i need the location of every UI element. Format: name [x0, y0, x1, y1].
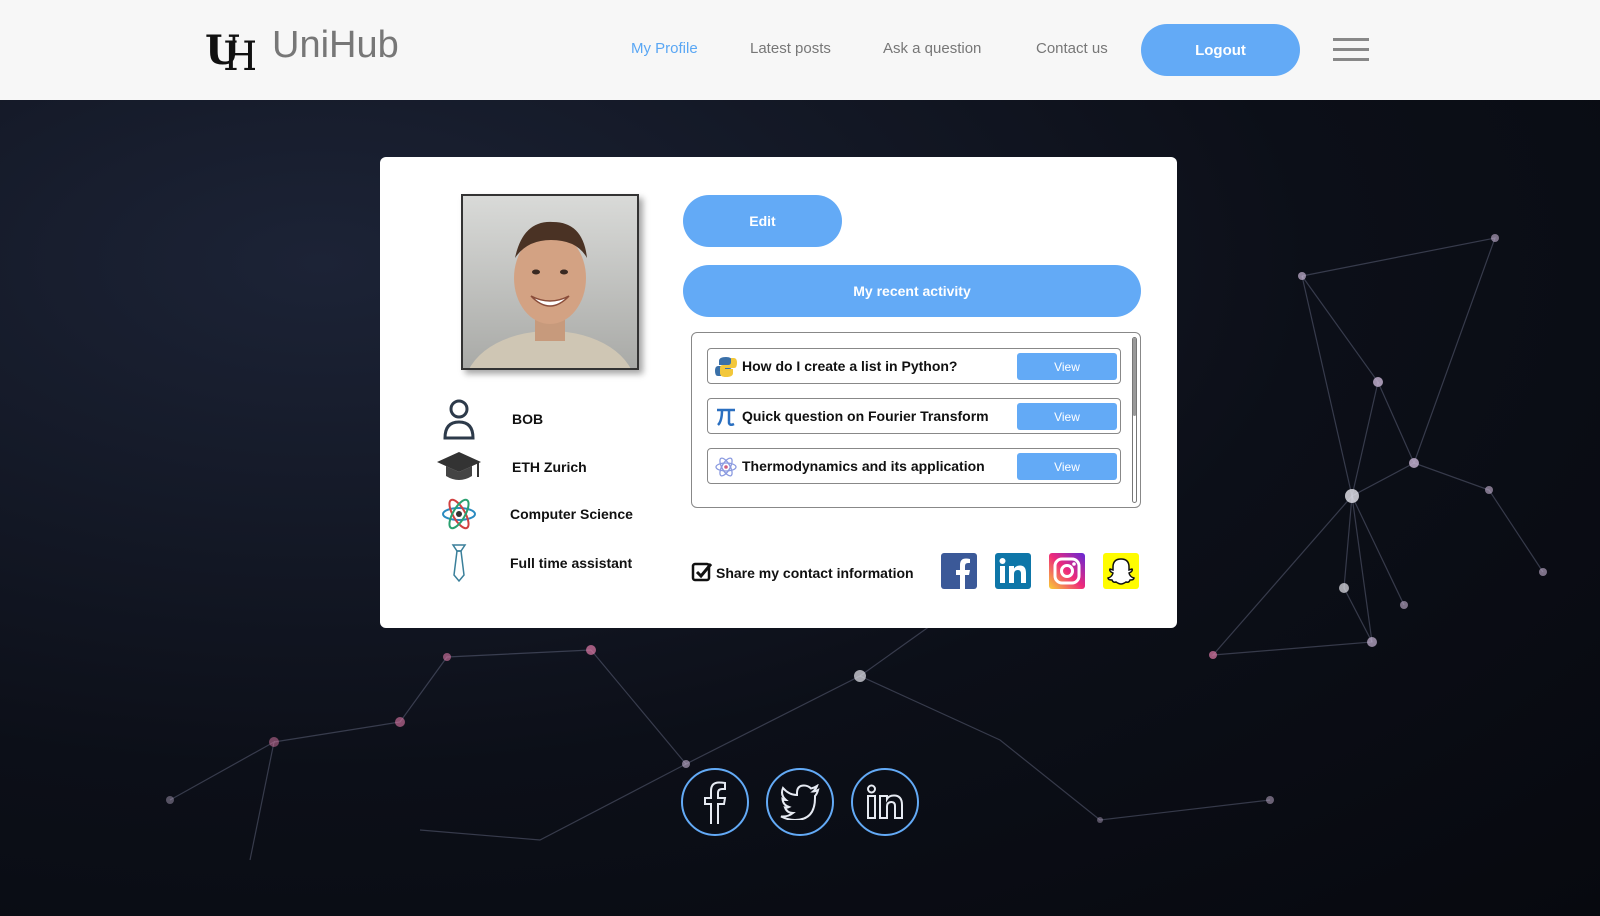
profile-name: BOB: [512, 411, 544, 427]
activity-scrollbar[interactable]: [1132, 337, 1137, 503]
hamburger-menu-icon[interactable]: [1333, 38, 1369, 64]
scrollbar-thumb[interactable]: [1133, 338, 1136, 416]
profile-position: Full time assistant: [510, 555, 633, 571]
profile-university-row: ETH Zurich: [435, 445, 665, 489]
footer-twitter-icon[interactable]: [766, 768, 834, 836]
python-icon: [715, 357, 737, 377]
share-contact-label[interactable]: Share my contact information: [716, 565, 914, 581]
facebook-icon[interactable]: [941, 553, 977, 589]
instagram-icon[interactable]: [1049, 553, 1085, 589]
nav-my-profile[interactable]: My Profile: [631, 40, 698, 57]
snapchat-icon[interactable]: [1103, 553, 1139, 589]
recent-activity-button[interactable]: My recent activity: [683, 265, 1141, 317]
profile-field: Computer Science: [510, 506, 633, 522]
nav-latest-posts[interactable]: Latest posts: [750, 40, 831, 57]
checkbox-checked-icon[interactable]: [691, 561, 713, 583]
list-item[interactable]: Quick question on Fourier Transform View: [707, 398, 1121, 434]
graduation-cap-icon: [435, 445, 483, 489]
profile-photo: [461, 194, 639, 370]
profile-name-row: BOB: [435, 397, 665, 441]
atom-icon: [715, 457, 737, 477]
logout-button[interactable]: Logout: [1141, 24, 1300, 76]
svg-text:H: H: [223, 34, 255, 72]
top-navbar: U H UniHub My Profile Latest posts Ask a…: [0, 0, 1600, 100]
view-button[interactable]: View: [1017, 353, 1117, 380]
activity-title[interactable]: How do I create a list in Python?: [742, 358, 957, 374]
logo-text[interactable]: UniHub: [272, 24, 399, 67]
user-icon: [435, 397, 483, 441]
list-item[interactable]: How do I create a list in Python? View: [707, 348, 1121, 384]
share-contact-checkbox[interactable]: Share my contact information: [691, 561, 931, 585]
view-button[interactable]: View: [1017, 403, 1117, 430]
profile-field-row: Computer Science: [435, 492, 665, 536]
nav-contact-us[interactable]: Contact us: [1036, 40, 1108, 57]
profile-university: ETH Zurich: [512, 459, 587, 475]
activity-title[interactable]: Quick question on Fourier Transform: [742, 408, 989, 424]
list-item[interactable]: Thermodynamics and its application View: [707, 448, 1121, 484]
avatar: [469, 221, 631, 368]
edit-profile-button[interactable]: Edit: [683, 195, 842, 247]
linkedin-icon[interactable]: [995, 553, 1031, 589]
activity-title[interactable]: Thermodynamics and its application: [742, 458, 985, 474]
recent-activity-list[interactable]: How do I create a list in Python? View Q…: [691, 332, 1141, 508]
profile-position-row: Full time assistant: [435, 541, 665, 585]
unihub-logo-icon[interactable]: U H: [205, 26, 255, 72]
view-button[interactable]: View: [1017, 453, 1117, 480]
atom-icon: [435, 492, 483, 536]
footer-facebook-icon[interactable]: [681, 768, 749, 836]
pi-icon: [717, 408, 735, 427]
footer-linkedin-icon[interactable]: [851, 768, 919, 836]
profile-card: BOB ETH Zurich Computer Science Full tim…: [380, 157, 1177, 628]
nav-ask-question[interactable]: Ask a question: [883, 40, 981, 57]
tie-icon: [435, 541, 483, 585]
